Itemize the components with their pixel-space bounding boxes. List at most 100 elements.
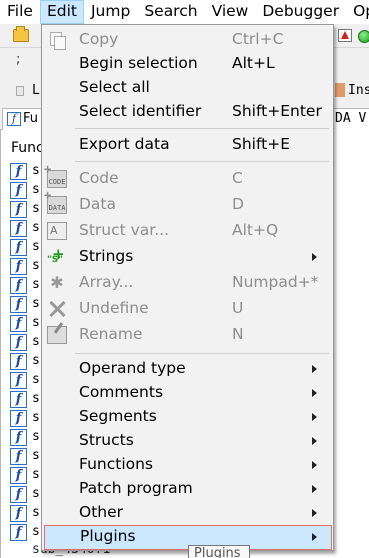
menu-item-data[interactable]: DATA Data D — [44, 191, 332, 217]
menu-item-functions[interactable]: Functions — [44, 453, 332, 477]
menu-item-undefine[interactable]: Undefine U — [44, 297, 332, 321]
function-list-row[interactable]: fs — [10, 428, 40, 447]
submenu-arrow-icon — [312, 365, 317, 373]
function-list-row[interactable]: fs — [10, 200, 40, 219]
open-folder-icon[interactable] — [13, 26, 29, 42]
menu-item-begin-selection[interactable]: Begin selection Alt+L — [44, 52, 332, 76]
function-list-row[interactable]: fs — [10, 314, 40, 333]
undefine-icon — [47, 300, 67, 318]
menu-item-label: Other — [79, 503, 124, 521]
menu-item-strings[interactable]: Strings — [44, 245, 332, 269]
function-icon: f — [10, 277, 27, 294]
menu-item-operand-type[interactable]: Operand type — [44, 357, 332, 381]
menu-item-array[interactable]: ✱ Array... Numpad+* — [44, 271, 332, 295]
function-list-row[interactable]: fs — [10, 219, 40, 238]
menu-item-copy[interactable]: Copy Ctrl+C — [44, 28, 332, 52]
menu-options[interactable]: Op — [346, 0, 369, 24]
function-icon: f — [10, 201, 27, 218]
menu-item-comments[interactable]: Comments — [44, 381, 332, 405]
function-name: s — [32, 315, 40, 330]
function-list-row[interactable]: fs — [10, 523, 40, 542]
function-icon: f — [10, 163, 27, 180]
menu-item-patch-program[interactable]: Patch program — [44, 477, 332, 501]
warning-icon[interactable] — [338, 29, 352, 42]
function-list-row[interactable]: fs — [10, 238, 40, 257]
start-debugger-icon[interactable] — [358, 30, 369, 43]
menu-item-segments[interactable]: Segments — [44, 405, 332, 429]
function-list-row[interactable]: fs — [10, 352, 40, 371]
toolbar-text: ; — [16, 52, 21, 67]
tab-ida-view[interactable]: DA V — [331, 108, 369, 130]
menu-debugger[interactable]: Debugger — [255, 0, 346, 24]
function-list-row[interactable]: fs — [10, 485, 40, 504]
menu-item-rename[interactable]: Rename N — [44, 323, 332, 347]
function-list-row[interactable]: fs — [10, 409, 40, 428]
menu-edit[interactable]: Edit — [39, 0, 84, 24]
menu-item-struct-var[interactable]: A Struct var... Alt+Q — [44, 219, 332, 243]
function-icon: f — [10, 467, 27, 484]
menu-search[interactable]: Search — [137, 0, 204, 24]
function-icon: f — [10, 505, 27, 522]
tab-functions-label: Fu — [23, 111, 39, 126]
function-icon: f — [10, 486, 27, 503]
function-icon: f — [10, 410, 27, 427]
submenu-arrow-icon — [312, 533, 317, 541]
function-list-row[interactable]: fs — [10, 504, 40, 523]
function-icon: f — [10, 220, 27, 237]
function-name: s — [32, 163, 40, 178]
function-list-row[interactable]: fs — [10, 333, 40, 352]
menu-separator — [75, 128, 329, 129]
menu-item-label: Copy — [79, 30, 119, 48]
menu-bar: File Edit Jump Search View Debugger Op — [0, 0, 369, 24]
function-list-row[interactable]: fs — [10, 295, 40, 314]
menu-separator — [75, 353, 329, 354]
menu-item-label: Struct var... — [79, 221, 170, 239]
menu-item-other[interactable]: Other — [44, 501, 332, 525]
function-icon: f — [10, 182, 27, 199]
function-list-row[interactable]: fs — [10, 371, 40, 390]
menu-view[interactable]: View — [205, 0, 256, 24]
functions-header[interactable]: Func — [11, 140, 44, 156]
function-list-row[interactable]: fs — [10, 390, 40, 409]
tab-ida-view-label: DA V — [335, 111, 367, 126]
menu-item-label: Structs — [79, 431, 134, 449]
menu-item-code[interactable]: CODE Code C — [44, 165, 332, 191]
function-icon: f — [10, 315, 27, 332]
submenu-arrow-icon — [312, 485, 317, 493]
submenu-arrow-icon — [312, 389, 317, 397]
function-icon: f — [10, 296, 27, 313]
submenu-arrow-icon — [312, 461, 317, 469]
data-icon: DATA — [44, 191, 67, 214]
menu-item-label: Data — [79, 195, 117, 213]
code-icon: CODE — [44, 165, 67, 188]
array-icon: ✱ — [50, 273, 64, 292]
tooltip: Plugins — [188, 545, 250, 558]
function-list-row[interactable]: fs — [10, 257, 40, 276]
function-list-row[interactable]: fs — [10, 276, 40, 295]
menu-item-select-all[interactable]: Select all — [44, 76, 332, 100]
menu-item-label: Patch program — [79, 479, 193, 497]
menu-item-label: Segments — [79, 407, 157, 425]
menu-item-structs[interactable]: Structs — [44, 429, 332, 453]
submenu-arrow-icon — [312, 413, 317, 421]
menu-item-shortcut: Ctrl+C — [232, 30, 284, 48]
submenu-arrow-icon — [312, 437, 317, 445]
menu-jump[interactable]: Jump — [84, 0, 137, 24]
menu-item-label: Select all — [79, 78, 150, 96]
function-list-row[interactable]: fs — [10, 162, 40, 181]
function-icon: f — [10, 334, 27, 351]
function-list-row[interactable]: fs — [10, 447, 40, 466]
function-list-row[interactable]: fs — [10, 466, 40, 485]
function-icon: f — [10, 429, 27, 446]
function-icon: f — [7, 111, 21, 126]
function-name: s — [32, 448, 40, 463]
function-icon: f — [10, 258, 27, 275]
function-name: s — [32, 182, 40, 197]
function-name: s — [32, 334, 40, 349]
menu-file[interactable]: File — [0, 0, 40, 24]
menu-item-export-data[interactable]: Export data Shift+E — [44, 133, 332, 157]
tab-functions[interactable]: f Fu — [2, 108, 42, 130]
function-name: s — [32, 372, 40, 387]
function-list-row[interactable]: fs — [10, 181, 40, 200]
menu-item-select-identifier[interactable]: Select identifier Shift+Enter — [44, 100, 332, 124]
